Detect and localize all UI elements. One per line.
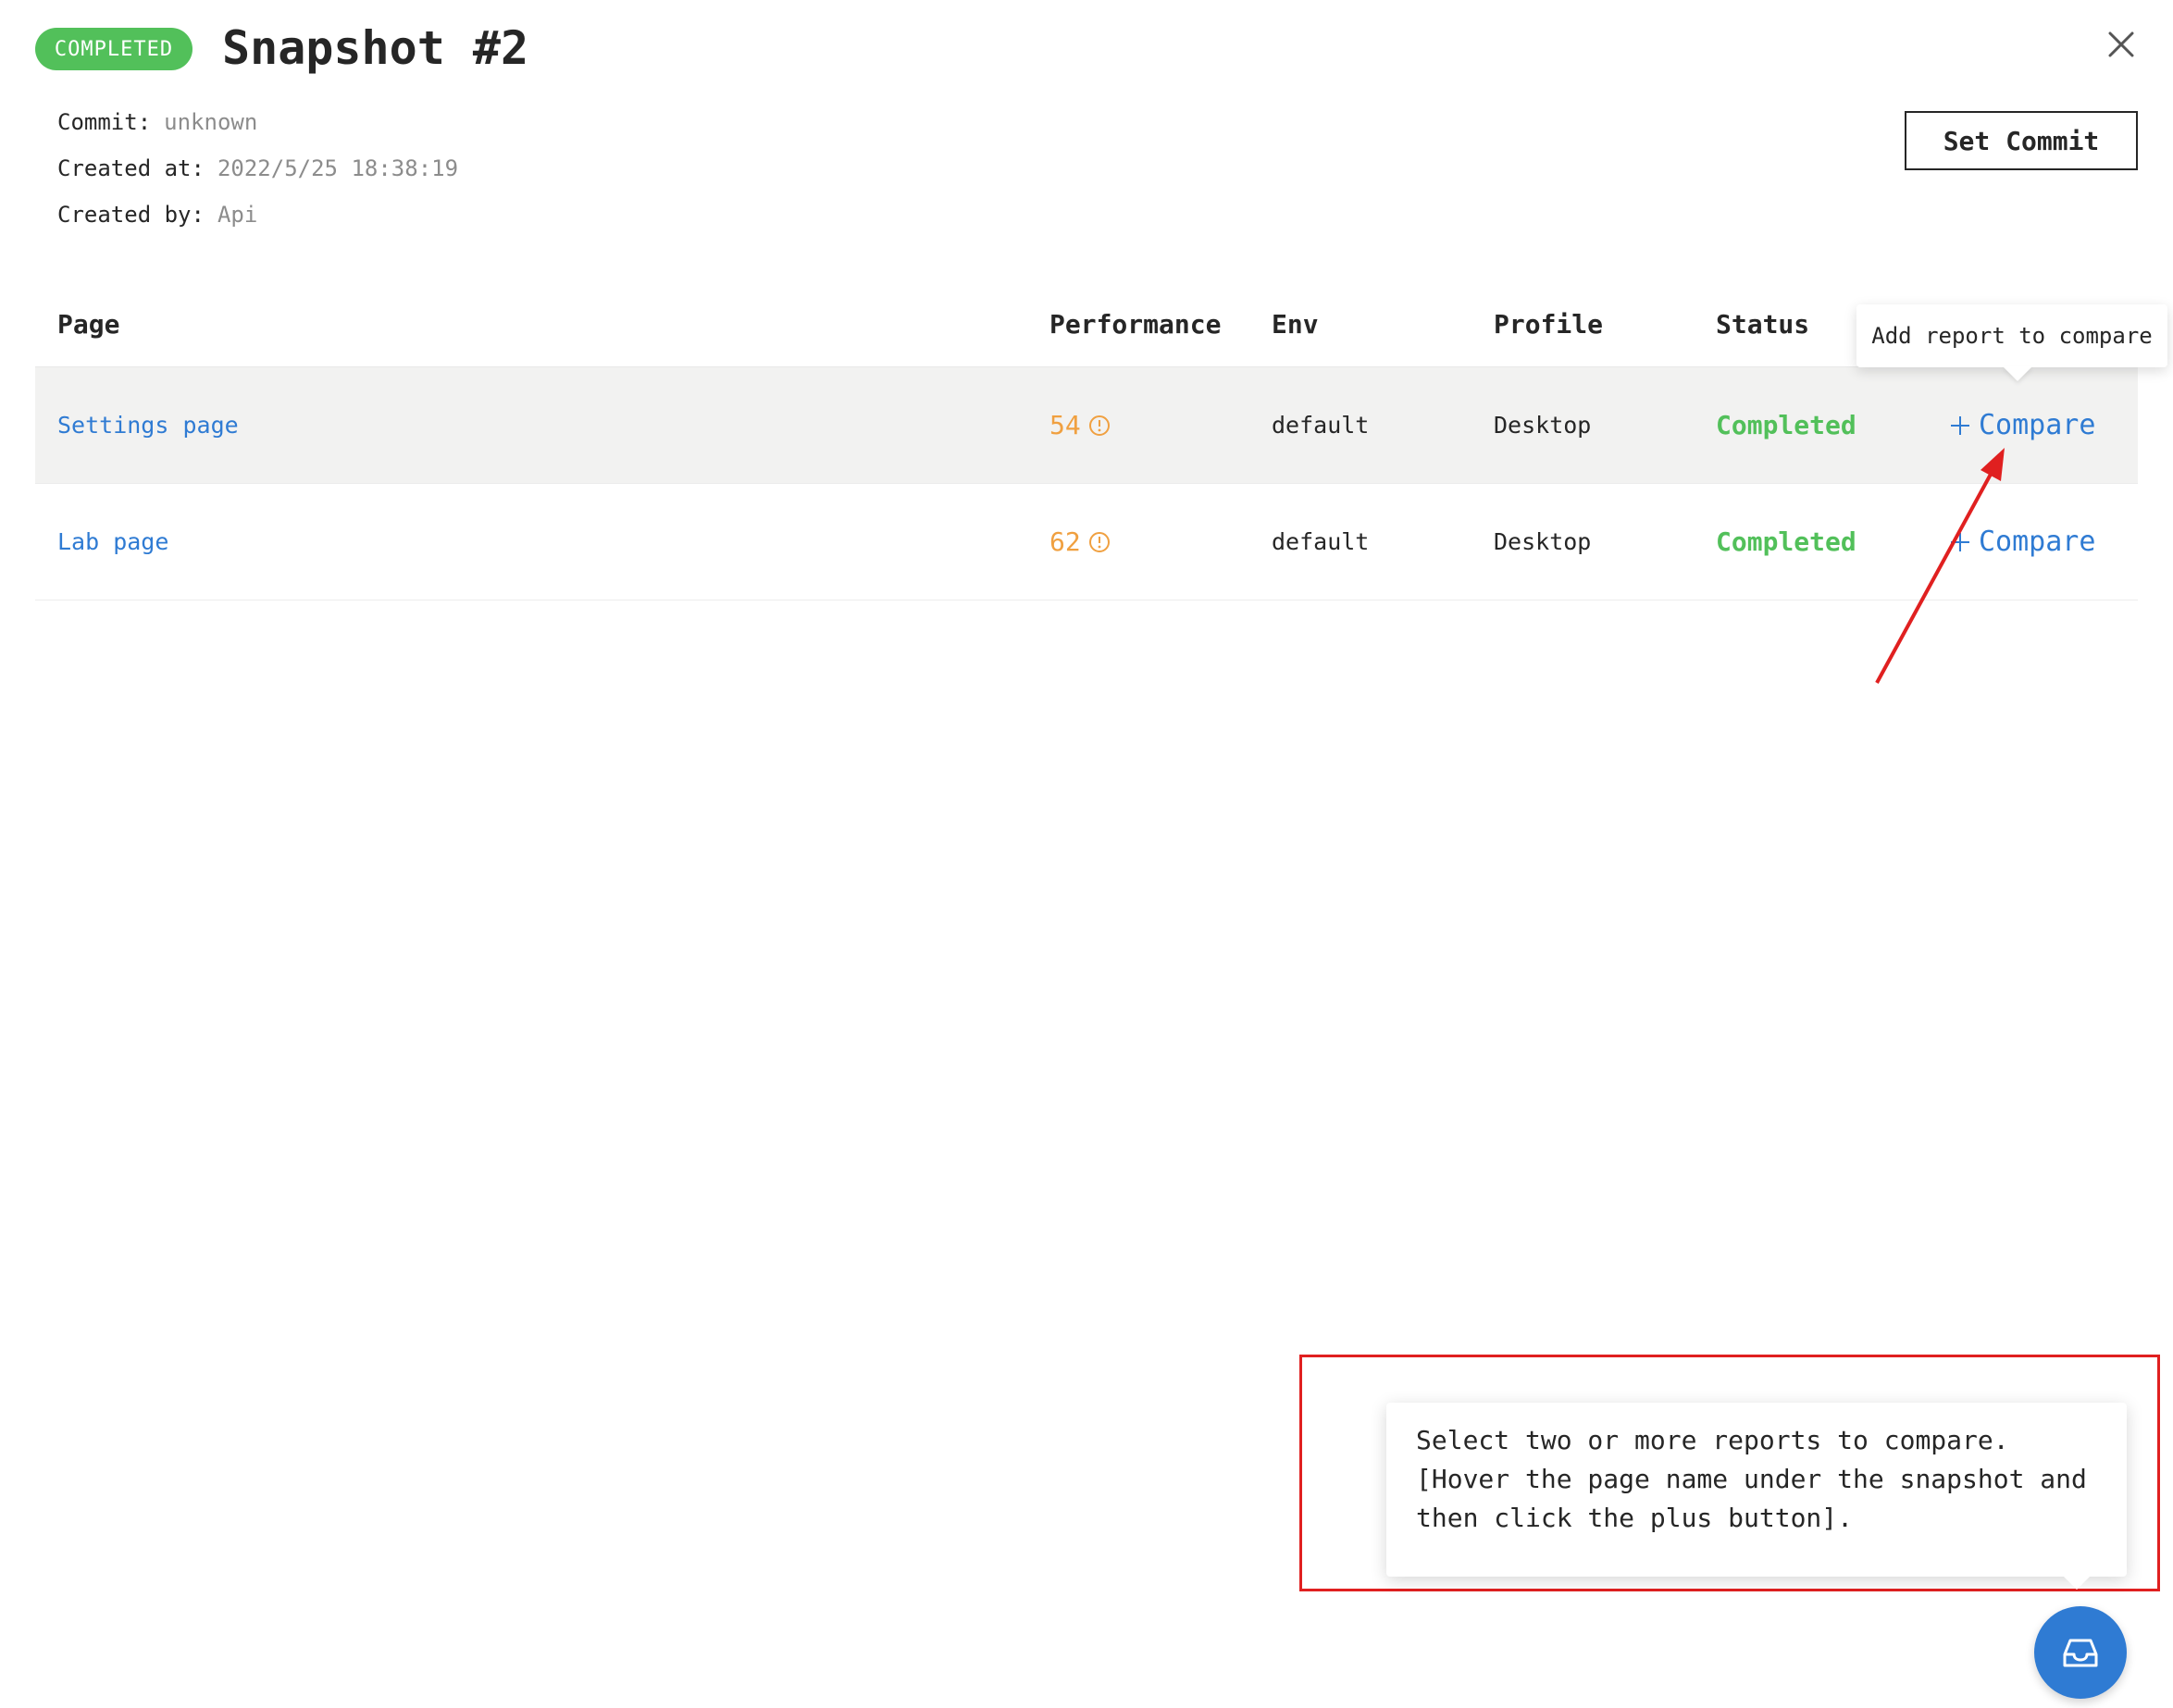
status-value: Completed xyxy=(1716,410,1856,440)
popover-arrow xyxy=(2062,1575,2092,1590)
inbox-icon xyxy=(2063,1639,2098,1667)
warning-circle-icon xyxy=(1088,531,1110,552)
page-link[interactable]: Lab page xyxy=(57,528,168,555)
page-title: Snapshot #2 xyxy=(222,21,529,75)
status-badge: COMPLETED xyxy=(35,28,192,70)
warning-circle-icon xyxy=(1088,415,1110,436)
created-by-label: Created by: xyxy=(57,202,205,228)
compare-hint-line: [Hover the page name under the snapshot … xyxy=(1416,1464,2087,1494)
close-button[interactable] xyxy=(2101,24,2142,65)
compare-button[interactable]: Compare xyxy=(1949,484,2095,600)
table-row: Settings page 54 default Desktop Complet… xyxy=(35,367,2138,484)
performance-score: 54 xyxy=(1049,410,1081,440)
env-value: default xyxy=(1272,528,1370,555)
column-header-performance: Performance xyxy=(1049,309,1222,340)
close-icon xyxy=(2108,31,2134,57)
profile-value: Desktop xyxy=(1494,528,1592,555)
compare-hint-line: then click the plus button]. xyxy=(1416,1503,1854,1533)
set-commit-button[interactable]: Set Commit xyxy=(1905,111,2138,170)
commit-value: unknown xyxy=(164,109,258,135)
created-at-row: Created at: 2022/5/25 18:38:19 xyxy=(57,154,458,183)
compare-label: Compare xyxy=(1979,526,2096,558)
page-link[interactable]: Settings page xyxy=(57,412,239,439)
table-header: Page Performance Env Profile Status xyxy=(35,296,2138,367)
performance-score: 62 xyxy=(1049,526,1081,557)
compare-button[interactable]: Compare xyxy=(1949,367,2095,483)
created-at-label: Created at: xyxy=(57,155,205,181)
created-at-value: 2022/5/25 18:38:19 xyxy=(217,155,459,181)
env-value: default xyxy=(1272,412,1370,439)
created-by-row: Created by: Api xyxy=(57,200,257,229)
compare-tooltip: Add report to compare xyxy=(1856,304,2167,367)
column-header-status: Status xyxy=(1716,309,1810,340)
compare-hint-popover: Select two or more reports to compare. [… xyxy=(1386,1403,2127,1577)
plus-icon xyxy=(1951,532,1969,551)
table-row: Lab page 62 default Desktop Completed Co… xyxy=(35,484,2138,600)
plus-icon xyxy=(1951,415,1969,435)
created-by-value: Api xyxy=(217,202,258,228)
compare-basket-button[interactable] xyxy=(2034,1606,2127,1699)
commit-row: Commit: unknown xyxy=(57,107,257,137)
compare-hint-line: Select two or more reports to compare. xyxy=(1416,1425,2009,1455)
tooltip-arrow xyxy=(2003,366,2032,381)
compare-label: Compare xyxy=(1979,409,2096,441)
column-header-page: Page xyxy=(57,309,120,340)
status-value: Completed xyxy=(1716,526,1856,557)
column-header-env: Env xyxy=(1272,309,1319,340)
profile-value: Desktop xyxy=(1494,412,1592,439)
commit-label: Commit: xyxy=(57,109,152,135)
column-header-profile: Profile xyxy=(1494,309,1604,340)
